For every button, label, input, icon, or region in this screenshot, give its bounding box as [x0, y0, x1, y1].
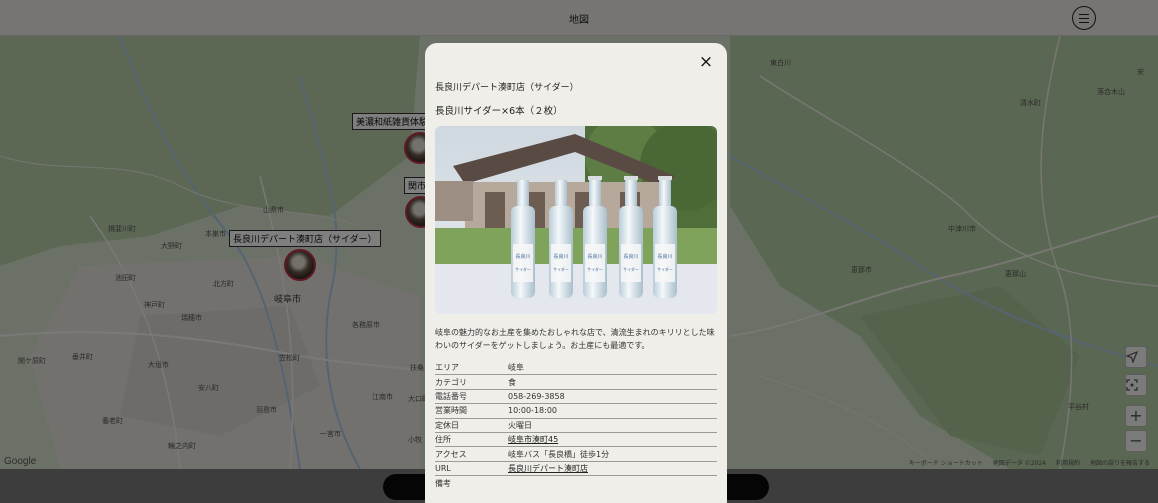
store-detail-modal: × 長良川デパート湊町店（サイダー） 長良川サイダー×6本（２枚） 長良川 サイ… — [425, 43, 727, 503]
info-key: URL — [435, 463, 451, 473]
info-key: エリア — [435, 363, 459, 373]
info-key: 備考 — [435, 478, 451, 488]
coupon-title: 長良川サイダー×6本（２枚） — [435, 106, 563, 117]
bottle-label: サイダー — [657, 266, 673, 272]
info-row-notes: 備考 — [435, 476, 717, 490]
bottle-label: 長良川 — [587, 253, 602, 260]
info-key: アクセス — [435, 449, 467, 459]
info-value: 058-269-3858 — [508, 391, 565, 401]
bottle-label: 長良川 — [515, 253, 530, 260]
website-link[interactable]: 長良川デパート湊町店 — [508, 463, 717, 474]
info-row-phone: 電話番号 058-269-3858 — [435, 390, 717, 405]
info-value: 10:00-18:00 — [508, 406, 557, 416]
info-row-hours: 営業時間 10:00-18:00 — [435, 404, 717, 419]
info-value: 岐阜 — [508, 363, 524, 373]
info-value: 火曜日 — [508, 420, 532, 430]
info-key: 営業時間 — [435, 406, 467, 416]
info-key: 電話番号 — [435, 391, 467, 401]
cider-bottles-image: 長良川 サイダー 長良川 サイダー 長良川 サイダー 長良川 サイダー 長良川 … — [435, 126, 717, 314]
address-link[interactable]: 岐阜市湊町45 — [508, 434, 717, 445]
bottle-label: サイダー — [515, 266, 531, 272]
store-name: 長良川デパート湊町店（サイダー） — [435, 83, 579, 93]
info-value: 岐阜バス「長良橋」徒歩1分 — [508, 449, 610, 459]
bottle-label: サイダー — [623, 266, 639, 272]
bottle-label: サイダー — [553, 266, 569, 272]
bottle-label: 長良川 — [623, 253, 638, 260]
info-key: カテゴリ — [435, 377, 467, 387]
store-description: 岐阜の魅力的なお土産を集めたおしゃれな店で、清流生まれのキリリとした味わいのサイ… — [435, 328, 715, 350]
info-key: 住所 — [435, 435, 451, 445]
bottle-label: 長良川 — [657, 253, 672, 260]
info-key: 定休日 — [435, 420, 459, 430]
info-row-access: アクセス 岐阜バス「長良橋」徒歩1分 — [435, 447, 717, 462]
info-row-address: 住所 岐阜市湊町45 — [435, 433, 717, 448]
info-row-area: エリア 岐阜 — [435, 361, 717, 376]
info-row-closed-day: 定休日 火曜日 — [435, 419, 717, 433]
app: 地図 — [0, 0, 1158, 503]
bottle-label: サイダー — [587, 266, 603, 272]
close-icon[interactable]: × — [697, 53, 715, 71]
store-info-table: エリア 岐阜 カテゴリ 食 電話番号 058-269-3858 営業時間 10:… — [435, 361, 717, 491]
info-value: 食 — [508, 377, 516, 387]
info-row-category: カテゴリ 食 — [435, 375, 717, 390]
store-photo: 長良川 サイダー 長良川 サイダー 長良川 サイダー 長良川 サイダー 長良川 … — [435, 126, 717, 314]
bottle-label: 長良川 — [553, 253, 568, 260]
info-row-url: URL 長良川デパート湊町店 — [435, 462, 717, 477]
